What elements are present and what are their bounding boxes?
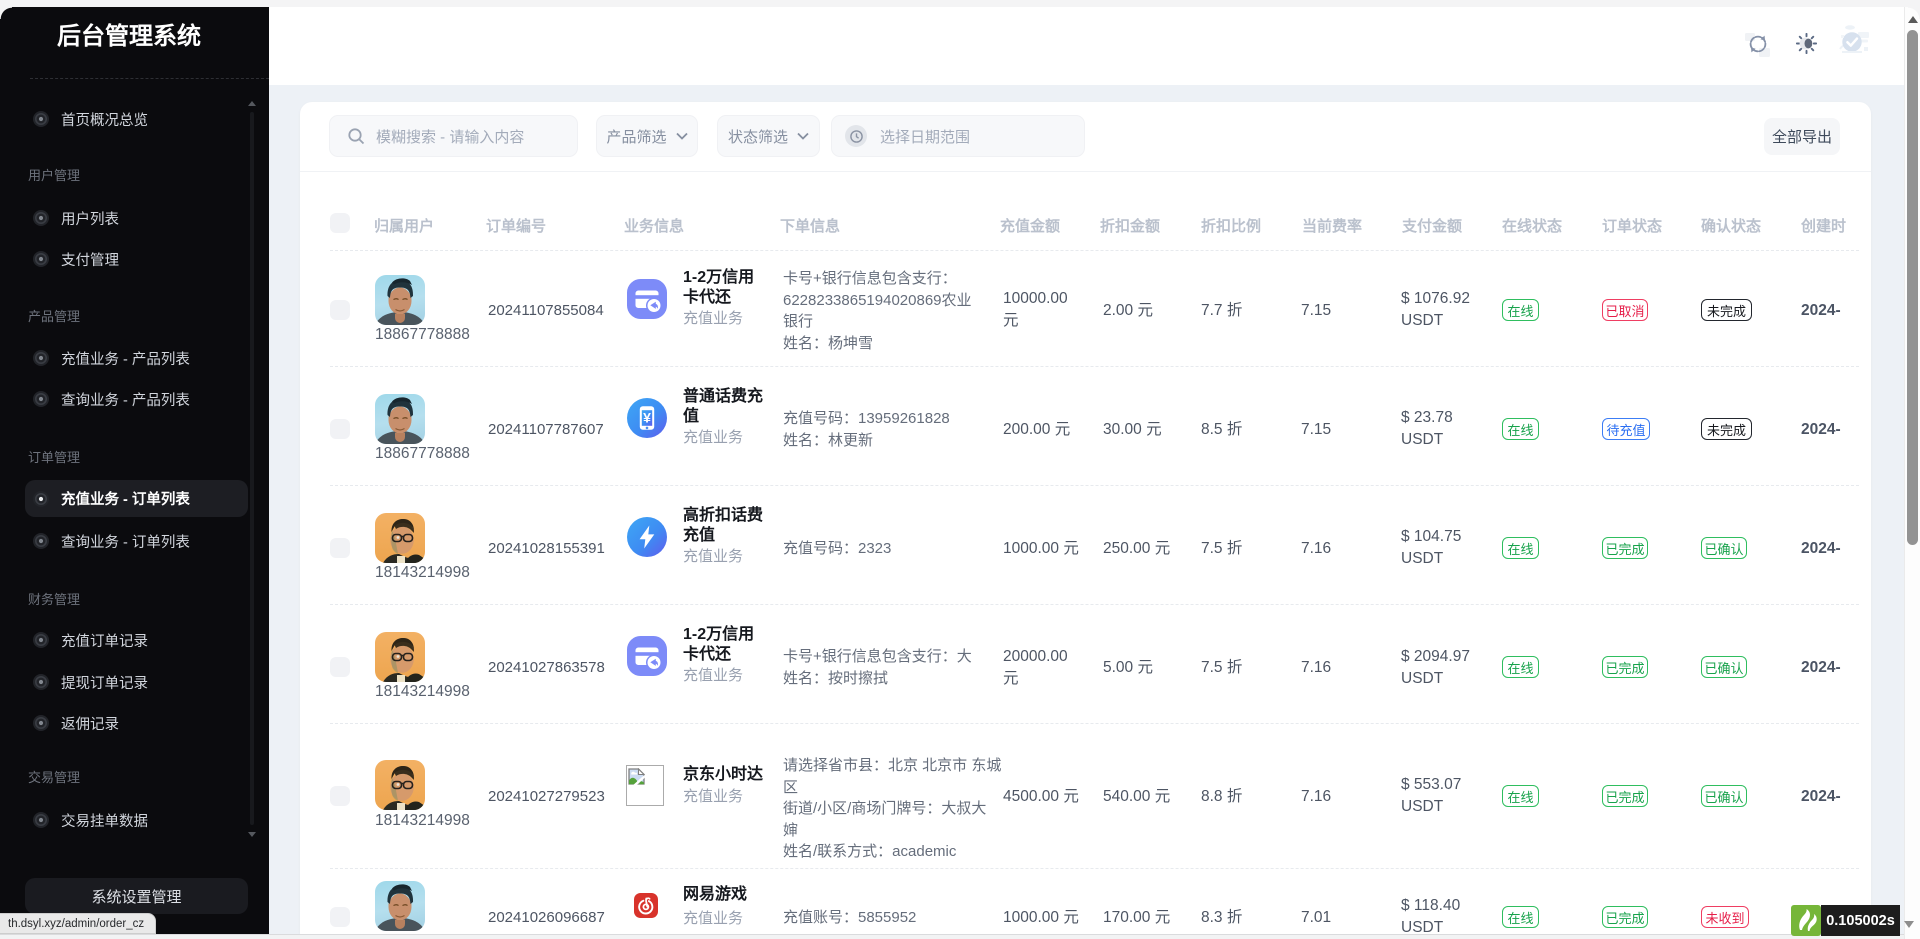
svg-text:¥: ¥	[643, 409, 651, 425]
